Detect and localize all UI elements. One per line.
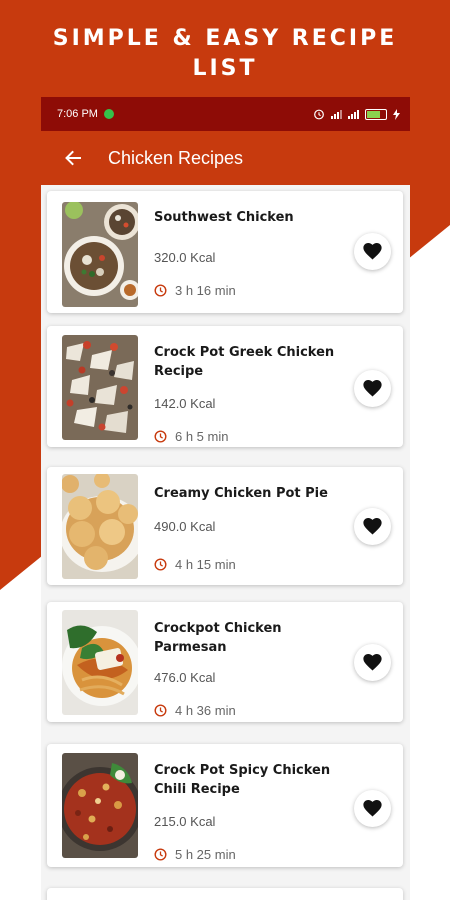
heart-icon — [363, 518, 382, 535]
clock-icon — [154, 558, 167, 571]
recipe-card-partial[interactable] — [47, 888, 403, 900]
recipe-time: 4 h 15 min — [154, 557, 236, 572]
recipe-time: 6 h 5 min — [154, 429, 228, 444]
recipe-calories: 215.0 Kcal — [154, 814, 216, 829]
recipe-title: Crockpot Chicken Parmesan — [154, 621, 282, 655]
recipe-list[interactable]: Southwest Chicken 320.0 Kcal 3 h 16 min — [41, 185, 410, 900]
arrow-left-icon — [65, 150, 81, 166]
recipe-card[interactable]: Crock Pot Spicy Chicken Chili Recipe 215… — [47, 744, 403, 867]
heart-icon — [363, 380, 382, 397]
recipe-calories: 320.0 Kcal — [154, 250, 216, 265]
recipe-time-value: 3 h 16 min — [175, 283, 236, 298]
status-time: 7:06 PM — [57, 108, 98, 120]
favorite-button[interactable] — [354, 370, 391, 407]
recipe-image — [62, 474, 138, 579]
favorite-button[interactable] — [354, 644, 391, 681]
promo-title-line2: LIST — [192, 56, 258, 81]
app-bar: Chicken Recipes — [41, 131, 410, 185]
recipe-time: 4 h 36 min — [154, 703, 236, 718]
battery-icon — [365, 108, 387, 120]
heart-icon — [363, 243, 382, 260]
status-bar: 7:06 PM — [41, 97, 410, 131]
notification-dot-icon — [103, 109, 114, 119]
recipe-image — [62, 610, 138, 715]
recipe-title: Crock Pot Spicy Chicken Chili Recipe — [154, 763, 331, 797]
recipe-image — [62, 335, 138, 440]
status-icons — [313, 108, 400, 120]
phone-screen: 7:06 PM Chicken Recipes Southwest Chicke… — [41, 97, 410, 900]
recipe-card[interactable]: Crockpot Chicken Parmesan 476.0 Kcal 4 h… — [47, 602, 403, 722]
promo-title: SIMPLE & EASY RECIPE LIST — [0, 24, 450, 84]
clock-icon — [154, 704, 167, 717]
heart-icon — [363, 800, 382, 817]
back-button[interactable] — [41, 131, 97, 185]
clock-icon — [154, 284, 167, 297]
recipe-time-value: 4 h 15 min — [175, 557, 236, 572]
heart-icon — [363, 654, 382, 671]
recipe-image — [62, 753, 138, 858]
recipe-time: 5 h 25 min — [154, 847, 236, 862]
recipe-calories: 476.0 Kcal — [154, 670, 216, 685]
recipe-time: 3 h 16 min — [154, 283, 236, 298]
signal-icon — [348, 109, 359, 119]
recipe-image — [62, 202, 138, 307]
signal-icon — [331, 109, 342, 119]
recipe-calories: 490.0 Kcal — [154, 519, 216, 534]
recipe-title: Creamy Chicken Pot Pie — [154, 486, 328, 501]
favorite-button[interactable] — [354, 508, 391, 545]
recipe-card[interactable]: Southwest Chicken 320.0 Kcal 3 h 16 min — [47, 191, 403, 313]
clock-icon — [154, 848, 167, 861]
promo-title-line1: SIMPLE & EASY RECIPE — [52, 26, 398, 51]
charging-icon — [393, 108, 400, 120]
recipe-card[interactable]: Creamy Chicken Pot Pie 490.0 Kcal 4 h 15… — [47, 467, 403, 585]
page-title: Chicken Recipes — [108, 147, 244, 168]
clock-icon — [154, 430, 167, 443]
recipe-time-value: 4 h 36 min — [175, 703, 236, 718]
recipe-card[interactable]: Crock Pot Greek Chicken Recipe 142.0 Kca… — [47, 326, 403, 447]
favorite-button[interactable] — [354, 790, 391, 827]
recipe-calories: 142.0 Kcal — [154, 396, 216, 411]
favorite-button[interactable] — [354, 233, 391, 270]
recipe-title: Southwest Chicken — [154, 210, 294, 225]
recipe-title: Crock Pot Greek Chicken Recipe — [154, 345, 335, 379]
alarm-icon — [314, 109, 324, 120]
recipe-time-value: 6 h 5 min — [175, 429, 229, 444]
recipe-time-value: 5 h 25 min — [175, 847, 236, 862]
